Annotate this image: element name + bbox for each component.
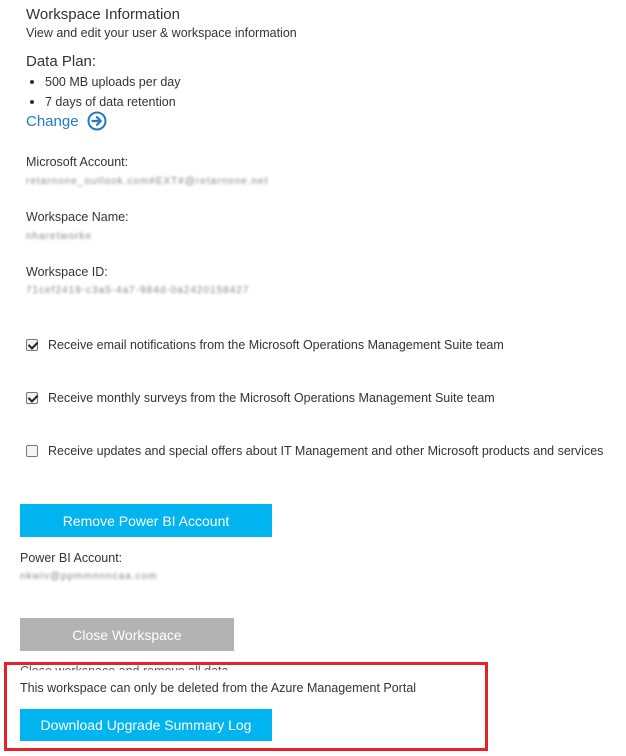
power-bi-account-value: nkwiv@ppmmnnncaa.com: [20, 571, 158, 582]
change-plan-label: Change: [26, 112, 79, 130]
workspace-id-value: 71cef2419-c3a5-4a7-984d-0a2420158427: [26, 285, 250, 296]
microsoft-account-label: Microsoft Account:: [26, 155, 129, 169]
microsoft-account-value: retarnone_outlook.com#EXT#@retarnone.net: [26, 176, 269, 187]
special-offers-option[interactable]: Receive updates and special offers about…: [26, 444, 603, 458]
workspace-id-label: Workspace ID:: [26, 265, 108, 279]
workspace-name-value: nharetworke: [26, 231, 93, 242]
list-item: 7 days of data retention: [26, 92, 181, 112]
email-notifications-checkbox[interactable]: [26, 339, 38, 351]
email-notifications-label: Receive email notifications from the Mic…: [48, 338, 504, 352]
workspace-name-label: Workspace Name:: [26, 210, 129, 224]
power-bi-account-label: Power BI Account:: [20, 551, 123, 565]
arrow-right-circle-icon: [87, 111, 107, 131]
monthly-surveys-option[interactable]: Receive monthly surveys from the Microso…: [26, 391, 495, 405]
close-workspace-button[interactable]: Close Workspace: [20, 618, 234, 651]
special-offers-checkbox[interactable]: [26, 445, 38, 457]
highlight-frame: [4, 662, 488, 751]
page-subtitle: View and edit your user & workspace info…: [26, 26, 297, 40]
special-offers-label: Receive updates and special offers about…: [48, 444, 604, 458]
email-notifications-option[interactable]: Receive email notifications from the Mic…: [26, 338, 504, 352]
data-plan-heading: Data Plan:: [26, 53, 97, 70]
page-title: Workspace Information: [26, 6, 180, 23]
change-plan-link[interactable]: Change: [26, 111, 107, 131]
remove-power-bi-button[interactable]: Remove Power BI Account: [20, 504, 272, 537]
data-plan-list: 500 MB uploads per day 7 days of data re…: [26, 72, 181, 112]
list-item: 500 MB uploads per day: [26, 72, 181, 92]
monthly-surveys-label: Receive monthly surveys from the Microso…: [48, 391, 495, 405]
monthly-surveys-checkbox[interactable]: [26, 392, 38, 404]
